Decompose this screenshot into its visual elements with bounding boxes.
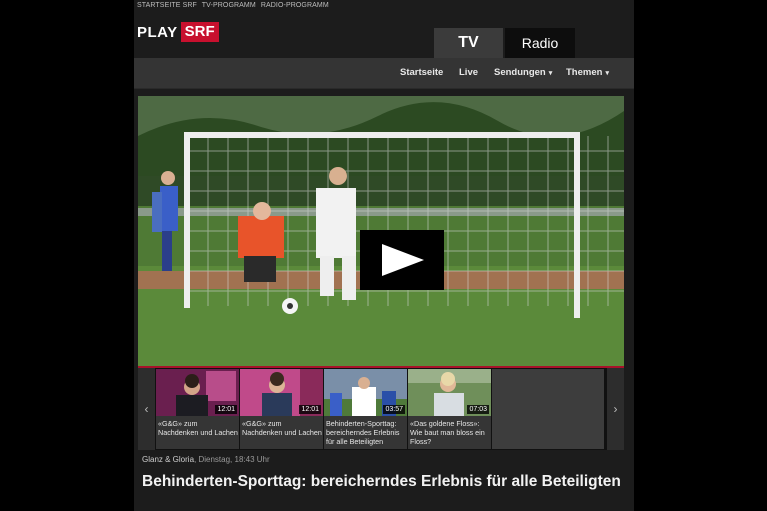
empty-thumbnail-slot <box>492 369 604 449</box>
chevron-left-icon: ‹ <box>144 402 149 416</box>
carousel-prev-button[interactable]: ‹ <box>138 368 155 450</box>
nav-item-label: Themen <box>566 67 603 78</box>
video-meta: Glanz & Gloria, Dienstag, 18:43 Uhr <box>142 455 270 464</box>
top-nav: STARTSEITE SRF TV-PROGRAMM RADIO-PROGRAM… <box>137 2 332 9</box>
page: STARTSEITE SRF TV-PROGRAMM RADIO-PROGRAM… <box>134 0 634 511</box>
chevron-down-icon: ▾ <box>605 70 609 77</box>
show-name[interactable]: Glanz & Gloria <box>142 455 194 464</box>
thumbnail-caption: «G&G» zum Nachdenken und Lachen <box>158 419 238 437</box>
video-title: Behinderten-Sporttag: bereicherndes Erle… <box>142 473 621 490</box>
nav-item-label: Live <box>459 67 479 78</box>
tab-tv[interactable]: TV <box>434 28 503 58</box>
nav-item-themen[interactable]: Themen ▾ <box>566 67 609 78</box>
logo-play-text: PLAY <box>137 23 178 41</box>
nav-item-sendungen[interactable]: Sendungen ▾ <box>494 67 552 78</box>
video-player[interactable] <box>138 96 624 366</box>
related-videos-carousel: ‹ 12:01 «G&G» zum Nachdenken und Lachen <box>138 368 624 450</box>
video-thumbnail[interactable]: 12:01 «G&G» zum Nachdenken und Lachen <box>156 369 239 449</box>
nav-item-label: Sendungen <box>494 67 546 78</box>
video-thumbnail[interactable]: 07:03 «Das goldene Floss»: Wie baut man … <box>408 369 491 449</box>
broadcast-date: , Dienstag, 18:43 Uhr <box>194 455 270 464</box>
thumbnail-caption: «G&G» zum Nachdenken und Lachen <box>242 419 322 437</box>
main-nav: Startseite Live Sendungen ▾ Themen ▾ <box>134 58 634 89</box>
nav-item-label: Startseite <box>400 67 444 78</box>
thumbnail-caption: «Das goldene Floss»: Wie baut man bloss … <box>410 419 485 446</box>
video-thumbnail[interactable]: 12:01 «G&G» zum Nachdenken und Lachen <box>240 369 323 449</box>
duration-badge: 12:01 <box>299 405 321 414</box>
logo-srf-text: SRF <box>180 22 219 42</box>
top-nav-radio-programm[interactable]: RADIO-PROGRAMM <box>261 2 329 9</box>
carousel-next-button[interactable]: › <box>607 368 624 450</box>
play-button[interactable] <box>360 230 444 290</box>
duration-badge: 07:03 <box>467 405 489 414</box>
nav-item-live[interactable]: Live <box>459 67 478 78</box>
play-icon <box>382 244 424 276</box>
video-thumbnail[interactable]: 03:57 Behinderten-Sporttag: bereichernde… <box>324 369 407 449</box>
play-srf-logo[interactable]: PLAY SRF <box>137 21 219 43</box>
top-nav-startseite[interactable]: STARTSEITE SRF <box>137 2 197 9</box>
top-nav-tv-programm[interactable]: TV-PROGRAMM <box>202 2 256 9</box>
chevron-down-icon: ▾ <box>548 70 553 77</box>
nav-item-startseite[interactable]: Startseite <box>400 67 443 78</box>
tab-radio[interactable]: Radio <box>505 28 575 58</box>
duration-badge: 03:57 <box>383 405 405 414</box>
duration-badge: 12:01 <box>215 405 237 414</box>
thumbnail-caption: Behinderten-Sporttag: bereicherndes Erle… <box>326 419 400 446</box>
chevron-right-icon: › <box>613 402 618 416</box>
